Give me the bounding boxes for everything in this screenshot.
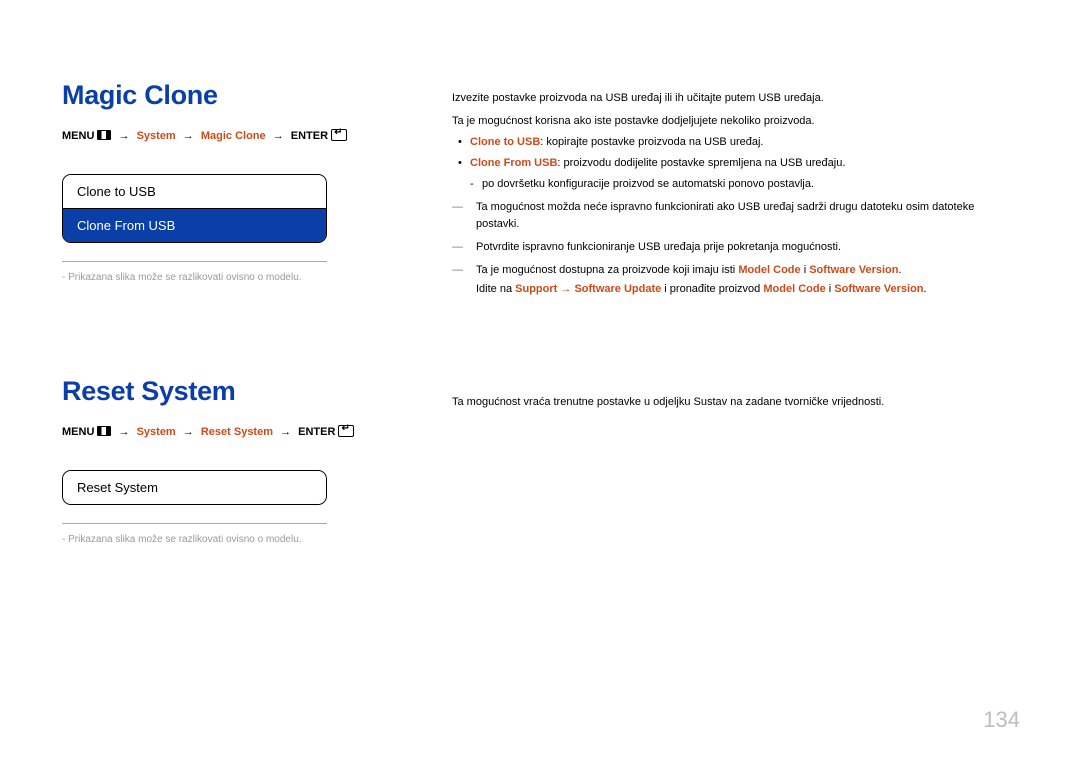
software-version-label: Software Version — [834, 283, 923, 295]
frag: i — [801, 264, 810, 276]
desc-line: Izvezite postavke proizvoda na USB uređa… — [452, 90, 1020, 107]
frag: i pronađite proizvod — [661, 283, 763, 295]
magic-menu-box: Clone to USB Clone From USB — [62, 174, 327, 243]
magic-footnote: Prikazana slika može se razlikovati ovis… — [62, 272, 402, 283]
nav-leaf-magic: Magic Clone — [201, 130, 266, 142]
software-version-label: Software Version — [809, 264, 898, 276]
arrow-right-icon: → — [119, 426, 130, 438]
desc-line: Ta mogućnost vraća trenutne postavke u o… — [452, 394, 1020, 411]
clone-from-usb-text: : proizvodu dodijelite postavke spremlje… — [557, 157, 845, 169]
arrow-right-icon: → — [280, 426, 291, 438]
divider — [62, 261, 327, 262]
nav-menu-label: MENU — [62, 130, 94, 142]
frag: . — [898, 264, 901, 276]
desc-line: Ta je mogućnost korisna ako iste postavk… — [452, 113, 1020, 130]
reset-footnote: Prikazana slika može se razlikovati ovis… — [62, 534, 402, 545]
menu-item-clone-to-usb[interactable]: Clone to USB — [63, 175, 326, 208]
divider — [62, 523, 327, 524]
desc-long-dash: Ta mogućnost možda neće ispravno funkcio… — [452, 199, 1020, 233]
nav-system: System — [137, 426, 176, 438]
desc-dash: po dovršetku konfiguracije proizvod se a… — [452, 176, 1020, 193]
page-number: 134 — [983, 707, 1020, 733]
menu-hardkey-icon — [97, 426, 111, 436]
frag: Ta je mogućnost dostupna za proizvode ko… — [476, 264, 738, 276]
support-label: Support — [515, 283, 557, 295]
reset-nav-path: MENU → System → Reset System → ENTER — [62, 425, 402, 438]
clone-from-usb-label: Clone From USB — [470, 157, 557, 169]
desc-long-dash: ― Idite na Support → Software Update i p… — [452, 281, 1020, 298]
magic-description: Izvezite postavke proizvoda na USB uređa… — [452, 80, 1020, 298]
nav-system: System — [137, 130, 176, 142]
frag: . — [924, 283, 927, 295]
reset-description: Ta mogućnost vraća trenutne postavke u o… — [452, 376, 1020, 411]
menu-hardkey-icon — [97, 130, 111, 140]
desc-bullet: Clone From USB: proizvodu dodijelite pos… — [452, 155, 1020, 172]
arrow-right-icon: → — [273, 130, 284, 142]
menu-item-reset-system[interactable]: Reset System — [63, 471, 326, 504]
nav-enter-label: ENTER — [291, 130, 328, 142]
clone-to-usb-label: Clone to USB — [470, 136, 540, 148]
nav-leaf-reset: Reset System — [201, 426, 273, 438]
model-code-label: Model Code — [738, 264, 800, 276]
reset-menu-box: Reset System — [62, 470, 327, 505]
nav-enter-label: ENTER — [298, 426, 335, 438]
magic-nav-path: MENU → System → Magic Clone → ENTER — [62, 129, 402, 142]
desc-long-dash: Ta je mogućnost dostupna za proizvode ko… — [452, 262, 1020, 279]
software-update-label: Software Update — [574, 283, 661, 295]
menu-item-clone-from-usb[interactable]: Clone From USB — [63, 208, 326, 242]
arrow-right-icon: → — [183, 130, 194, 142]
clone-to-usb-text: : kopirajte postavke proizvoda na USB ur… — [540, 136, 763, 148]
desc-long-dash: Potvrdite ispravno funkcioniranje USB ur… — [452, 239, 1020, 256]
nav-menu-label: MENU — [62, 426, 94, 438]
magic-clone-title: Magic Clone — [62, 80, 402, 111]
arrow-right-icon: → — [183, 426, 194, 438]
enter-hardkey-icon — [338, 425, 354, 437]
desc-bullet: Clone to USB: kopirajte postavke proizvo… — [452, 134, 1020, 151]
arrow-right-icon: → — [557, 283, 574, 295]
frag: i — [826, 283, 835, 295]
reset-system-title: Reset System — [62, 376, 402, 407]
arrow-right-icon: → — [119, 130, 130, 142]
enter-hardkey-icon — [331, 129, 347, 141]
model-code-label: Model Code — [763, 283, 825, 295]
frag: Idite na — [476, 283, 515, 295]
